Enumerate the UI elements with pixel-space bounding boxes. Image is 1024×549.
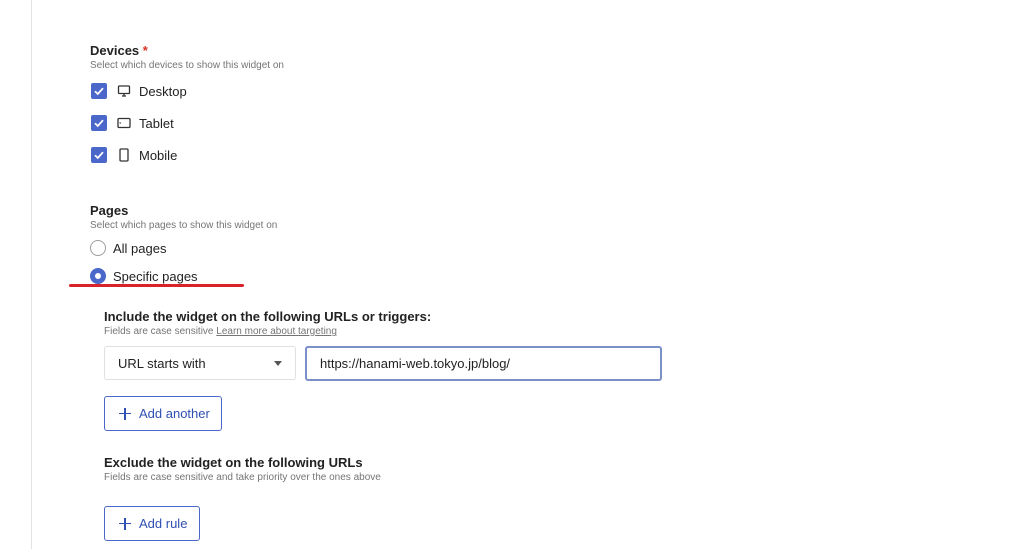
specific-pages-radio[interactable]	[90, 268, 106, 284]
plus-icon	[119, 517, 131, 530]
plus-icon	[119, 407, 131, 420]
tablet-checkbox[interactable]	[91, 115, 107, 131]
exclude-hint: Fields are case sensitive and take prior…	[104, 472, 381, 483]
include-hint: Fields are case sensitive Learn more abo…	[104, 326, 337, 337]
device-option-desktop[interactable]: Desktop	[91, 81, 187, 101]
device-option-mobile[interactable]: Mobile	[91, 145, 177, 165]
desktop-icon	[117, 84, 131, 98]
add-rule-button[interactable]: Add rule	[104, 506, 200, 541]
all-pages-label: All pages	[113, 240, 167, 256]
desktop-label: Desktop	[139, 83, 187, 99]
mobile-checkbox[interactable]	[91, 147, 107, 163]
dropdown-arrow-icon	[274, 361, 282, 366]
add-another-button[interactable]: Add another	[104, 396, 222, 431]
required-mark: *	[142, 43, 148, 58]
pages-hint: Select which pages to show this widget o…	[90, 220, 278, 231]
url-input[interactable]	[305, 346, 662, 381]
mobile-icon	[117, 148, 131, 162]
pages-title: Pages	[90, 203, 129, 218]
pages-option-all[interactable]: All pages	[90, 238, 166, 258]
annotation-underline	[69, 284, 244, 287]
exclude-title: Exclude the widget on the following URLs	[104, 455, 363, 470]
url-match-type-value: URL starts with	[118, 355, 206, 371]
device-option-tablet[interactable]: Tablet	[91, 113, 174, 133]
tablet-icon	[117, 116, 131, 130]
tablet-label: Tablet	[139, 115, 174, 131]
devices-title: Devices *	[90, 43, 148, 58]
learn-more-link[interactable]: Learn more about targeting	[216, 326, 337, 337]
devices-hint: Select which devices to show this widget…	[90, 60, 284, 71]
url-match-type-select[interactable]: URL starts with	[104, 346, 296, 380]
add-rule-label: Add rule	[139, 516, 188, 531]
content-left-border	[31, 0, 32, 549]
check-icon	[94, 119, 104, 128]
check-icon	[94, 151, 104, 160]
desktop-checkbox[interactable]	[91, 83, 107, 99]
include-title: Include the widget on the following URLs…	[104, 309, 432, 324]
mobile-label: Mobile	[139, 147, 178, 163]
specific-pages-label: Specific pages	[113, 268, 198, 284]
pages-option-specific[interactable]: Specific pages	[90, 266, 198, 286]
add-another-label: Add another	[139, 406, 210, 421]
check-icon	[94, 87, 104, 96]
all-pages-radio[interactable]	[90, 240, 106, 256]
